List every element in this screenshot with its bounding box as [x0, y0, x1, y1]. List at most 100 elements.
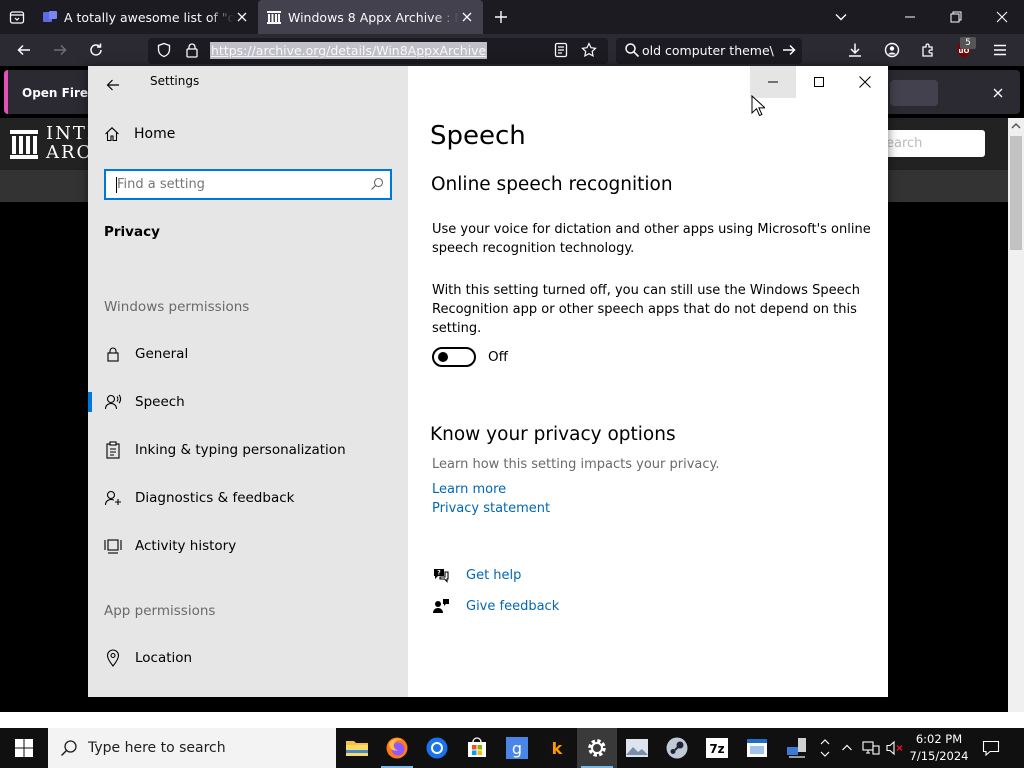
menu-button[interactable] — [987, 37, 1013, 63]
bookmark-star-icon[interactable] — [576, 37, 602, 63]
page-bottom-strip — [0, 712, 1024, 728]
tracking-protection-icon[interactable] — [151, 37, 177, 63]
search-bar-value[interactable]: old computer theme\ — [642, 43, 774, 58]
arrow-left-icon — [17, 44, 30, 56]
firefox-button[interactable] — [377, 728, 417, 768]
notification-action-button[interactable] — [890, 80, 938, 106]
settings-app-title: Settings — [150, 74, 200, 88]
browser-tab-1[interactable]: A totally awesome list of "old w — [34, 0, 258, 34]
privacy-statement-link[interactable]: Privacy statement — [432, 501, 550, 516]
restore-icon — [950, 11, 962, 23]
show-hidden-icons-chevron-up-icon[interactable] — [837, 738, 857, 758]
app-window-icon — [747, 739, 767, 757]
page-scrollbar-thumb[interactable] — [1010, 136, 1022, 250]
photo-app-button[interactable] — [617, 728, 657, 768]
reader-view-icon[interactable] — [548, 37, 574, 63]
settings-sidebar: Settings Home Find a setting Privacy Win… — [88, 66, 408, 697]
store-button[interactable] — [457, 728, 497, 768]
sidebar-item-general[interactable]: General — [88, 334, 408, 374]
browser-tab-title: A totally awesome list of "old w — [64, 9, 234, 25]
chevron-down-icon — [835, 14, 847, 21]
google-app-button[interactable]: g — [497, 728, 537, 768]
scroll-up-icon[interactable] — [1010, 120, 1022, 132]
browser-restore-button[interactable] — [938, 0, 974, 34]
get-help-row[interactable]: ? Get help — [432, 567, 521, 583]
start-button[interactable] — [0, 728, 48, 768]
arrow-right-icon — [783, 44, 796, 56]
browser-tab-title: Windows 8 Appx Archive : Micr — [288, 9, 459, 25]
downloads-icon[interactable] — [842, 37, 868, 63]
network-app-button[interactable] — [777, 728, 817, 768]
clock-time: 6:02 PM — [915, 732, 963, 746]
sidebar-item-activity-history[interactable]: Activity history — [88, 526, 408, 566]
forward-button[interactable] — [47, 37, 73, 63]
k-app-button[interactable]: k — [537, 728, 577, 768]
arrow-right-icon — [54, 44, 67, 56]
lock-icon[interactable] — [179, 37, 205, 63]
7zip-icon: 7z — [706, 738, 728, 758]
reload-button[interactable] — [83, 37, 109, 63]
taskbar-scroll-icon[interactable] — [817, 738, 833, 758]
inking-icon — [104, 441, 122, 459]
give-feedback-row[interactable]: Give feedback — [432, 598, 559, 614]
sidebar-item-speech[interactable]: Speech — [88, 382, 408, 422]
list-all-tabs-button[interactable] — [824, 0, 858, 34]
archive-logo-icon[interactable] — [10, 128, 38, 160]
settings-back-button[interactable] — [100, 72, 126, 98]
clock-date: 7/15/2024 — [909, 749, 969, 763]
url-text[interactable]: https://archive.org/details/Win8AppxArch… — [210, 42, 488, 59]
settings-content: Speech Online speech recognition Use you… — [408, 66, 888, 697]
sidebar-item-label: Speech — [135, 394, 185, 410]
learn-more-link[interactable]: Learn more — [432, 482, 506, 497]
taskbar-search-placeholder: Type here to search — [88, 740, 226, 756]
get-help-icon: ? — [432, 567, 450, 583]
online-speech-toggle[interactable] — [432, 347, 476, 367]
notifications-icon[interactable] — [981, 738, 1001, 758]
close-icon — [996, 11, 1008, 23]
window-app-button[interactable] — [737, 728, 777, 768]
sidebar-item-inking-typing[interactable]: Inking & typing personalization — [88, 430, 408, 470]
extensions-icon[interactable] — [915, 37, 941, 63]
toggle-knob — [438, 352, 448, 362]
account-icon[interactable] — [879, 37, 905, 63]
tab-list-icon — [9, 11, 25, 24]
folder-icon — [346, 741, 368, 756]
chrome-like-app-button[interactable] — [417, 728, 457, 768]
notification-close-button[interactable] — [988, 84, 1008, 102]
search-go-button[interactable] — [776, 37, 802, 63]
browser-minimize-button[interactable] — [892, 0, 928, 34]
sidebar-item-home[interactable]: Home — [104, 126, 175, 142]
minimize-icon — [905, 16, 915, 18]
sidebar-item-diagnostics[interactable]: Diagnostics & feedback — [88, 478, 408, 518]
network-app-icon — [787, 738, 806, 758]
sidebar-item-label: Diagnostics & feedback — [135, 490, 295, 506]
give-feedback-link: Give feedback — [466, 598, 560, 614]
speech-icon — [104, 393, 122, 411]
browser-tab-2[interactable]: Windows 8 Appx Archive : Micr — [258, 0, 483, 34]
sidebar-item-location[interactable]: Location — [88, 638, 408, 678]
7zip-button[interactable]: 7z — [697, 728, 737, 768]
archive-search-placeholder: earch — [886, 136, 923, 151]
sidebar-item-label: General — [135, 346, 189, 362]
tab-list-button[interactable] — [0, 0, 34, 34]
find-setting-input[interactable]: Find a setting — [104, 169, 392, 200]
k-app-icon: k — [546, 737, 568, 759]
search-icon — [60, 739, 78, 757]
settings-taskbar-button[interactable] — [577, 728, 617, 768]
back-button[interactable] — [11, 37, 37, 63]
svg-text:7z: 7z — [709, 742, 724, 756]
network-icon[interactable] — [861, 738, 881, 758]
browser-close-button[interactable] — [984, 0, 1020, 34]
new-tab-button[interactable] — [484, 0, 518, 34]
tab-close-icon[interactable] — [234, 9, 250, 25]
location-icon — [104, 649, 122, 667]
tab-close-icon[interactable] — [459, 9, 475, 25]
section-title-privacy-options: Know your privacy options — [430, 424, 676, 445]
privacy-subtext: Learn how this setting impacts your priv… — [432, 457, 720, 472]
taskbar-clock[interactable]: 6:02 PM 7/15/2024 — [906, 731, 972, 765]
steam-app-button[interactable] — [657, 728, 697, 768]
description-text: Use your voice for dictation and other a… — [432, 222, 871, 256]
file-explorer-button[interactable] — [337, 728, 377, 768]
volume-muted-icon[interactable] — [885, 738, 905, 758]
archive-favicon-icon — [267, 11, 281, 24]
